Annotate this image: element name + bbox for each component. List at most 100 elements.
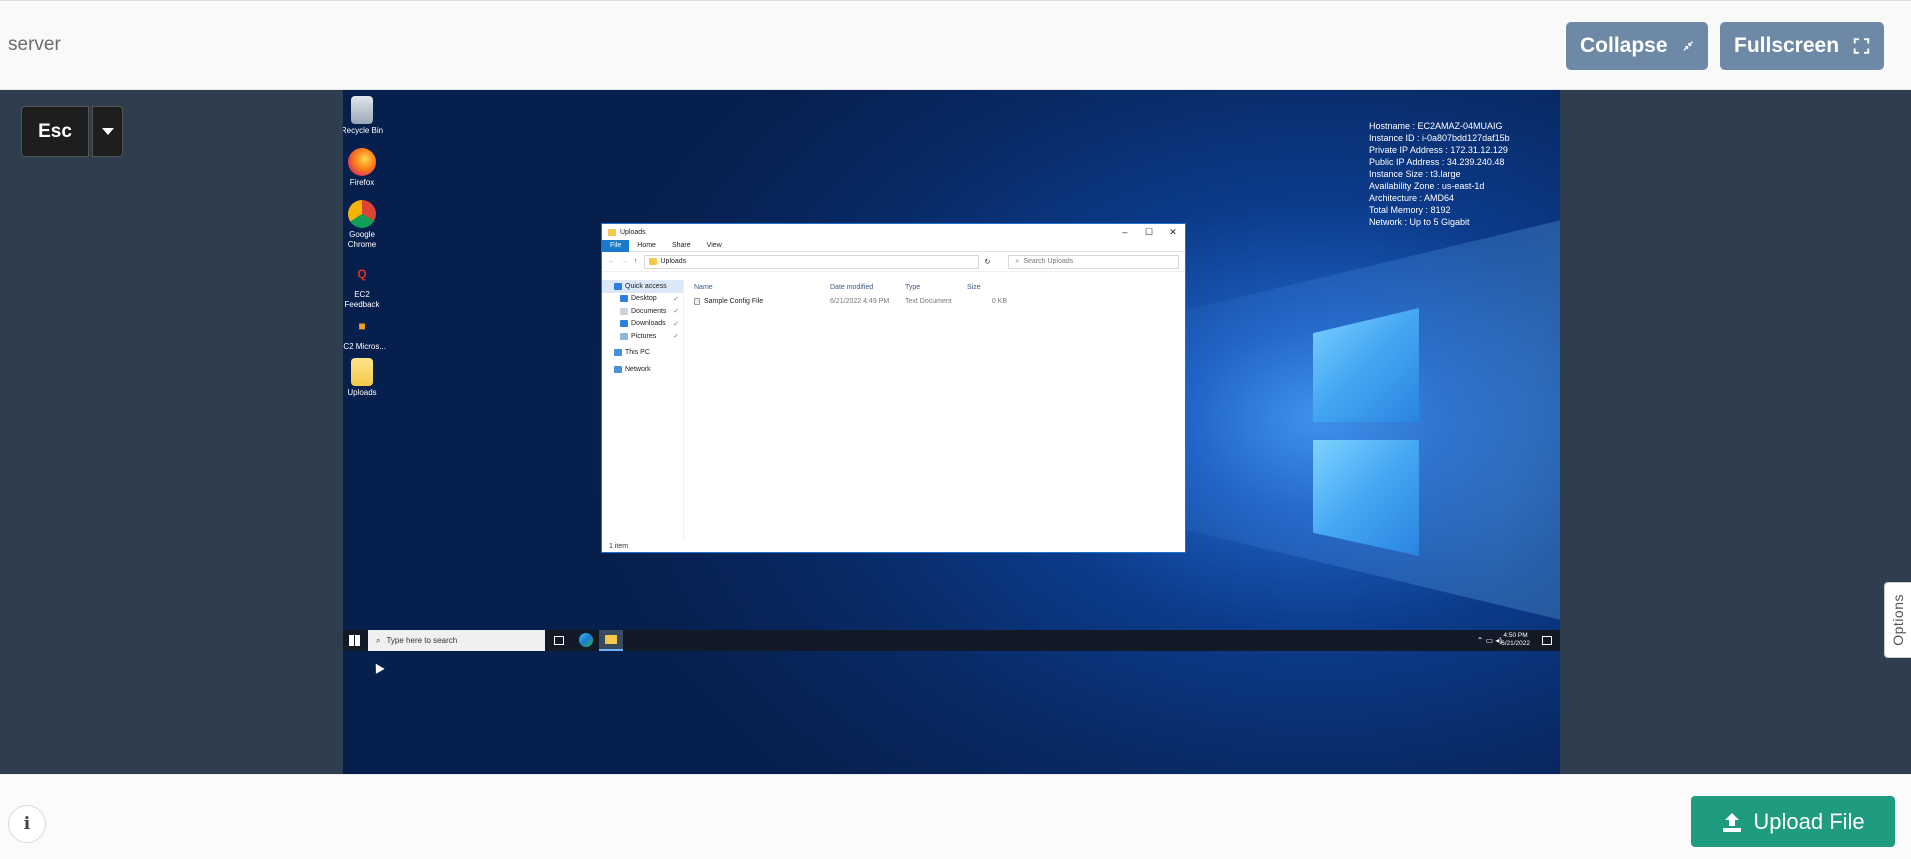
file-list: Name Date modified Type Size Sample Conf… xyxy=(694,280,1185,540)
explorer-address-row: ← → ↑ Uploads ↻ ⌕ Search Uploads xyxy=(602,252,1185,272)
nav-item-quick-access[interactable]: Quick access xyxy=(602,280,683,293)
file-size-cell: 0 KB xyxy=(991,297,1007,305)
explorer-status: 1 item xyxy=(609,543,629,550)
start-icon[interactable] xyxy=(349,635,360,646)
file-row[interactable]: Sample Config File 6/21/2022 4:49 PM Tex… xyxy=(694,294,1185,308)
ec2-icon: ■ xyxy=(358,319,366,333)
refresh-icon[interactable]: ↻ xyxy=(985,258,991,266)
network-icon xyxy=(614,365,622,373)
file-type-cell: Text Document xyxy=(905,297,952,305)
navigation-pane: Quick access Desktop ✓ Documents ✓ Downloa… xyxy=(602,280,684,540)
explorer-ribbon: File Home Share View xyxy=(602,239,1185,252)
taskbar-clock[interactable]: 4:50 PM 6/21/2022 xyxy=(1501,632,1530,648)
search-icon: ⌕ xyxy=(376,635,381,645)
info-icon: i xyxy=(23,814,31,834)
nav-item-documents[interactable]: Documents ✓ xyxy=(602,305,683,318)
ribbon-tab-share[interactable]: Share xyxy=(664,242,699,249)
fullscreen-label: Fullscreen xyxy=(1734,34,1840,57)
explorer-title: Uploads xyxy=(620,228,646,236)
mouse-cursor-icon xyxy=(371,661,385,674)
recycle-bin-icon xyxy=(351,96,373,124)
minimize-icon[interactable]: – xyxy=(1113,227,1137,238)
task-view-icon[interactable] xyxy=(554,636,564,645)
collapse-button[interactable]: Collapse xyxy=(1566,22,1708,70)
desktop-icon-recycle-bin[interactable]: Recycle Bin xyxy=(343,96,388,136)
ribbon-tab-view[interactable]: View xyxy=(699,242,730,249)
system-tray-icons[interactable]: ⌃ ▭ ◂) xyxy=(1477,636,1502,645)
pin-icon: ✓ xyxy=(673,308,679,316)
fullscreen-icon xyxy=(1853,38,1870,54)
desktop-icon-ec2-micros[interactable]: ■ EC2 Micros... xyxy=(343,312,388,352)
fullscreen-button[interactable]: Fullscreen xyxy=(1720,22,1884,70)
ribbon-tab-home[interactable]: Home xyxy=(629,242,664,249)
pin-icon: ✓ xyxy=(673,333,679,341)
chevron-down-icon xyxy=(101,128,114,135)
folder-icon xyxy=(351,358,373,386)
close-icon[interactable]: ✕ xyxy=(1161,227,1185,238)
remote-desktop[interactable]: Recycle Bin Firefox Google Chrome Q EC2 … xyxy=(343,90,1560,774)
esc-control: Esc xyxy=(21,106,123,157)
downloads-icon xyxy=(620,320,628,328)
text-file-icon xyxy=(694,297,700,305)
bottom-bar: i Upload File xyxy=(0,774,1911,859)
collapse-label: Collapse xyxy=(1580,34,1668,57)
firefox-icon xyxy=(348,148,376,176)
search-icon: ⌕ xyxy=(1015,257,1020,265)
column-date-modified[interactable]: Date modified xyxy=(830,284,905,291)
folder-icon xyxy=(608,228,616,236)
desktop-icon-firefox[interactable]: Firefox xyxy=(343,148,388,188)
options-tab[interactable]: Options xyxy=(1884,582,1911,658)
esc-button[interactable]: Esc xyxy=(21,106,89,157)
nav-item-network[interactable]: Network xyxy=(602,363,683,376)
desktop-icon-chrome[interactable]: Google Chrome xyxy=(343,200,388,250)
file-name-cell: Sample Config File xyxy=(694,297,830,305)
upload-label: Upload File xyxy=(1753,808,1865,834)
explorer-body: Quick access Desktop ✓ Documents ✓ Downloa… xyxy=(602,280,1185,540)
up-icon[interactable]: ↑ xyxy=(634,258,638,265)
explorer-search-input[interactable]: ⌕ Search Uploads xyxy=(1008,254,1179,269)
folder-icon xyxy=(648,258,657,265)
ec2-feedback-icon: Q xyxy=(357,267,367,281)
nav-item-desktop[interactable]: Desktop ✓ xyxy=(602,293,683,306)
explorer-titlebar[interactable]: Uploads – ☐ ✕ xyxy=(602,224,1185,240)
nav-item-pictures[interactable]: Pictures ✓ xyxy=(602,330,683,343)
file-explorer-window[interactable]: Uploads – ☐ ✕ File Home Share View ← → ↑… xyxy=(601,223,1186,553)
file-date-cell: 6/21/2022 4:49 PM xyxy=(830,297,890,305)
desktop-icon xyxy=(620,295,628,303)
desktop-icon-uploads[interactable]: Uploads xyxy=(343,358,388,398)
taskbar-search-input[interactable]: ⌕ Type here to search xyxy=(368,630,545,651)
file-list-header: Name Date modified Type Size xyxy=(694,280,1185,294)
ribbon-tab-file[interactable]: File xyxy=(602,239,630,252)
instance-info: Hostname : EC2AMAZ-04MUAIG Instance ID :… xyxy=(1369,121,1510,227)
file-explorer-taskbar-icon[interactable] xyxy=(599,630,623,651)
desktop-icon-ec2-feedback[interactable]: Q EC2 Feedback xyxy=(343,260,388,310)
upload-file-button[interactable]: Upload File xyxy=(1691,796,1895,847)
options-label: Options xyxy=(1890,594,1906,646)
nav-item-this-pc[interactable]: This PC xyxy=(602,347,683,360)
pin-icon: ✓ xyxy=(673,320,679,328)
info-button[interactable]: i xyxy=(8,805,46,843)
column-type[interactable]: Type xyxy=(905,284,967,291)
edge-icon[interactable] xyxy=(579,633,593,647)
computer-icon xyxy=(614,349,622,357)
column-size[interactable]: Size xyxy=(967,284,1007,291)
key-menu-dropdown[interactable] xyxy=(92,106,123,157)
address-path: Uploads xyxy=(660,258,687,265)
collapse-icon xyxy=(1682,41,1693,51)
address-bar[interactable]: Uploads xyxy=(643,254,979,269)
maximize-icon[interactable]: ☐ xyxy=(1137,227,1161,238)
forward-icon[interactable]: → xyxy=(621,258,628,265)
nav-item-downloads[interactable]: Downloads ✓ xyxy=(602,318,683,331)
upload-icon xyxy=(1723,812,1742,832)
column-name[interactable]: Name xyxy=(694,284,830,291)
notification-icon[interactable] xyxy=(1542,636,1552,645)
pictures-icon xyxy=(620,332,628,340)
windows-taskbar: ⌕ Type here to search ⌃ ▭ ◂) 4:50 PM 6/2… xyxy=(343,630,1560,651)
top-bar: server Collapse Fullscreen xyxy=(0,0,1911,90)
documents-icon xyxy=(620,307,628,315)
star-icon xyxy=(614,282,622,290)
page-title: server xyxy=(8,34,61,55)
back-icon[interactable]: ← xyxy=(608,258,615,265)
chrome-icon xyxy=(348,200,376,228)
pin-icon: ✓ xyxy=(673,295,679,303)
